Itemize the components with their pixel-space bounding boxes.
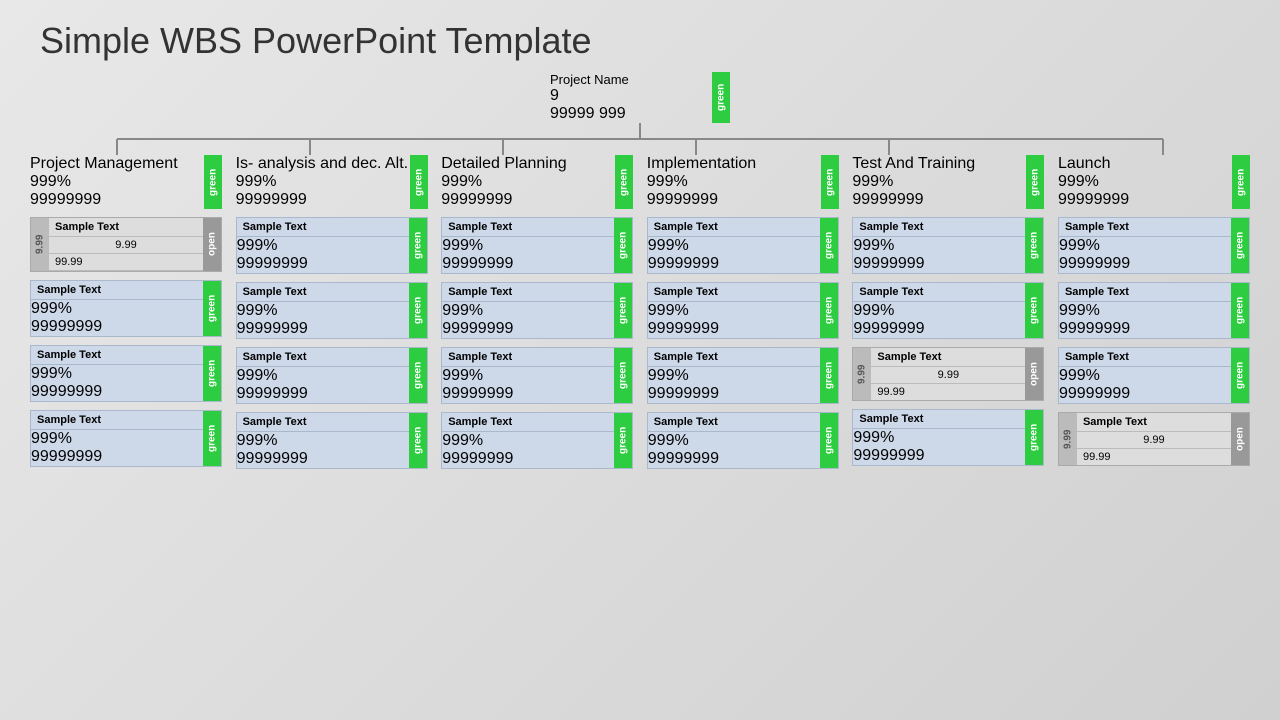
sub-columns-area: 9.99 Sample Text 9.99 99.99 open Sample … <box>20 217 1260 469</box>
sub-tab-5-0: green <box>1231 218 1249 273</box>
sub-tab-5-2: green <box>1231 348 1249 403</box>
tree-connector-root <box>20 123 1260 155</box>
l1-tab-4: green <box>1026 155 1044 209</box>
sub-card-4-2: 9.99 Sample Text 9.99 99.99 open <box>852 347 1044 401</box>
l1-header-3: Implementation <box>647 155 821 173</box>
sub-tab-0-2: green <box>203 346 221 401</box>
sub-tab-1-0: green <box>409 218 427 273</box>
sub-card-1-2: Sample Text 999% 99999999 green <box>236 347 428 404</box>
l1-header-0: Project Management <box>30 155 204 173</box>
connector-svg <box>20 123 1260 155</box>
sub-card-5-0: Sample Text 999% 99999999 green <box>1058 217 1250 274</box>
sub-card-2-1: Sample Text 999% 99999999 green <box>441 282 633 339</box>
l1-header-1: Is- analysis and dec. Alt. <box>236 155 410 173</box>
sub-card-3-0: Sample Text 999% 99999999 green <box>647 217 839 274</box>
sub-tab-2-0: green <box>614 218 632 273</box>
col-5: Sample Text 999% 99999999 green Sample T… <box>1058 217 1250 469</box>
level1-card-0: Project Management 999% 99999999 green <box>30 155 222 209</box>
sub-card-4-2-body: Sample Text 9.99 99.99 <box>871 348 1025 400</box>
col-3: Sample Text 999% 99999999 green Sample T… <box>647 217 839 469</box>
sub-card-0-3: Sample Text 999% 99999999 green <box>30 410 222 467</box>
sub-card-1-0: Sample Text 999% 99999999 green <box>236 217 428 274</box>
l1-header-5: Launch <box>1058 155 1232 173</box>
l1-tab-0: green <box>204 155 222 209</box>
sub-card-5-3: 9.99 Sample Text 9.99 99.99 open <box>1058 412 1250 466</box>
sub-card-2-0: Sample Text 999% 99999999 green <box>441 217 633 274</box>
sub-tab-5-1: green <box>1231 283 1249 338</box>
root-green-tab: green <box>712 72 730 123</box>
sub-card-5-2: Sample Text 999% 99999999 green <box>1058 347 1250 404</box>
root-header: Project Name <box>550 72 712 87</box>
sub-tab-3-2: green <box>820 348 838 403</box>
level1-card-5: Launch 999% 99999999 green <box>1058 155 1250 209</box>
sub-card-3-3: Sample Text 999% 99999999 green <box>647 412 839 469</box>
sub-tab-2-1: green <box>614 283 632 338</box>
sub-tab-2-3: green <box>614 413 632 468</box>
sub-card-5-1: Sample Text 999% 99999999 green <box>1058 282 1250 339</box>
root-row2: 99999 999 <box>550 105 712 123</box>
col-4: Sample Text 999% 99999999 green Sample T… <box>852 217 1044 469</box>
col-2: Sample Text 999% 99999999 green Sample T… <box>441 217 633 469</box>
root-body: Project Name 9 99999 999 <box>550 72 712 123</box>
page-title: Simple WBS PowerPoint Template <box>0 0 1280 72</box>
sub-tab-1-1: green <box>409 283 427 338</box>
root-row1: 9 <box>550 87 712 105</box>
sub-card-0-2: Sample Text 999% 99999999 green <box>30 345 222 402</box>
level1-card-3: Implementation 999% 99999999 green <box>647 155 839 209</box>
sub-tab-3-0: green <box>820 218 838 273</box>
l1-header-2: Detailed Planning <box>441 155 615 173</box>
level1-card-2: Detailed Planning 999% 99999999 green <box>441 155 633 209</box>
sub-tab-4-2: open <box>1025 348 1043 400</box>
sub-card-4-0: Sample Text 999% 99999999 green <box>852 217 1044 274</box>
sub-card-0-0: 9.99 Sample Text 9.99 99.99 open <box>30 217 222 272</box>
sub-card-3-1: Sample Text 999% 99999999 green <box>647 282 839 339</box>
sub-card-5-3-body: Sample Text 9.99 99.99 <box>1077 413 1231 465</box>
wbs-container: Project Name 9 99999 999 green <box>0 72 1280 469</box>
side-val-5-3: 9.99 <box>1059 413 1077 465</box>
col-0: 9.99 Sample Text 9.99 99.99 open Sample … <box>30 217 222 469</box>
level1-card-4: Test And Training 999% 99999999 green <box>852 155 1044 209</box>
l1-tab-2: green <box>615 155 633 209</box>
l1-header-4: Test And Training <box>852 155 1026 173</box>
sub-header-0-0: Sample Text <box>49 218 203 237</box>
sub-tab-4-1: green <box>1025 283 1043 338</box>
l1-tab-3: green <box>821 155 839 209</box>
sub-card-2-2: Sample Text 999% 99999999 green <box>441 347 633 404</box>
sub-tab-2-2: green <box>614 348 632 403</box>
sub-tab-4-3: green <box>1025 410 1043 465</box>
sub-card-4-3: Sample Text 999% 99999999 green <box>852 409 1044 466</box>
sub-tab-3-3: green <box>820 413 838 468</box>
sub-tab-1-3: green <box>409 413 427 468</box>
sub-card-1-3: Sample Text 999% 99999999 green <box>236 412 428 469</box>
sub-tab-1-2: green <box>409 348 427 403</box>
sub-card-1-1: Sample Text 999% 99999999 green <box>236 282 428 339</box>
level1-card-1: Is- analysis and dec. Alt. 999% 99999999… <box>236 155 428 209</box>
side-val-4-2: 9.99 <box>853 348 871 400</box>
col-1: Sample Text 999% 99999999 green Sample T… <box>236 217 428 469</box>
sub-card-0-1: Sample Text 999% 99999999 green <box>30 280 222 337</box>
sub-tab-4-0: green <box>1025 218 1043 273</box>
sub-tab-0-0: open <box>203 218 221 271</box>
l1-tab-1: green <box>410 155 428 209</box>
sub-card-3-2: Sample Text 999% 99999999 green <box>647 347 839 404</box>
sub-tab-3-1: green <box>820 283 838 338</box>
side-val-0: 9.99 <box>31 218 49 271</box>
level1-row: Project Management 999% 99999999 green I… <box>20 155 1260 209</box>
sub-card-2-3: Sample Text 999% 99999999 green <box>441 412 633 469</box>
sub-tab-0-1: green <box>203 281 221 336</box>
sub-tab-0-3: green <box>203 411 221 466</box>
root-node: Project Name 9 99999 999 green <box>20 72 1260 123</box>
sub-tab-5-3: open <box>1231 413 1249 465</box>
sub-card-4-1: Sample Text 999% 99999999 green <box>852 282 1044 339</box>
root-card: Project Name 9 99999 999 green <box>550 72 730 123</box>
sub-card-0-0-body: Sample Text 9.99 99.99 <box>49 218 203 271</box>
l1-tab-5: green <box>1232 155 1250 209</box>
